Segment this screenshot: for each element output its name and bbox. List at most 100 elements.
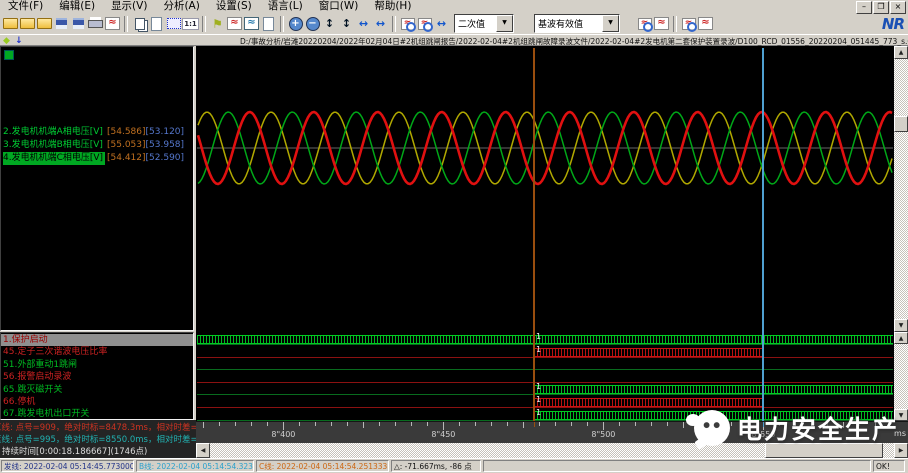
compress-vertical-icon[interactable]: ↕ bbox=[321, 15, 338, 33]
secondary-value-dropdown[interactable]: 二次值▼ bbox=[454, 14, 514, 33]
analog-channel-row[interactable]: 2.发电机机端A相电压[V][54.586][53.120] bbox=[3, 126, 103, 139]
analog-channel-row[interactable]: 4.发电机机端C相电压[V][54.412][52.590] bbox=[3, 152, 105, 165]
nav-diamond-icon[interactable]: ◆ bbox=[3, 36, 10, 46]
menu-item-2[interactable]: 显示(V) bbox=[103, 0, 155, 13]
toolbar-separator bbox=[392, 16, 396, 32]
app-window: 文件(F)编辑(E)显示(V)分析(A)设置(S)语言(L)窗口(W)帮助(H)… bbox=[0, 0, 908, 473]
chevron-down-icon[interactable]: ▼ bbox=[496, 15, 513, 32]
red-cursor-value: [54.586] bbox=[107, 127, 146, 137]
axis-tick-label: 8"500 bbox=[583, 430, 623, 439]
compress-horizontal-icon[interactable]: ↔ bbox=[355, 15, 372, 33]
digital-high-bar bbox=[534, 398, 763, 407]
digital-baseline bbox=[197, 407, 893, 408]
axis-tick bbox=[427, 422, 428, 426]
menu-item-6[interactable]: 窗口(W) bbox=[311, 0, 367, 13]
rms-mode-dropdown[interactable]: 基波有效值▼ bbox=[534, 14, 620, 33]
status-field-1: B线: 2022-02-04 05:14:54.323000 bbox=[136, 460, 254, 472]
analog-waveform-panel[interactable] bbox=[196, 46, 908, 332]
menu-item-1[interactable]: 编辑(E) bbox=[51, 0, 103, 13]
open-cfg-icon[interactable] bbox=[2, 15, 19, 33]
scroll-up-button[interactable]: ▲ bbox=[894, 46, 908, 59]
digital-channel-row[interactable]: 67.跳发电机出口开关 bbox=[1, 408, 194, 420]
wave-tool-3-icon[interactable] bbox=[680, 15, 697, 33]
digital-channel-row[interactable]: 66.停机 bbox=[1, 396, 194, 408]
red-cursor-info: 红线: 点号=909，绝对时标=8478.3ms，相对时差=8538.3ms bbox=[0, 421, 196, 433]
toolbar: ↕↕↔↔↔二次值▼基波有效值▼ bbox=[0, 13, 908, 34]
scroll-left-button[interactable]: ◀ bbox=[196, 443, 210, 458]
axis-tick bbox=[251, 422, 252, 426]
pan-horizontal-icon[interactable]: ↔ bbox=[433, 15, 450, 33]
digital-vertical-scrollbar[interactable]: ▲ ▼ bbox=[894, 332, 908, 421]
expand-vertical-icon[interactable]: ↕ bbox=[338, 15, 355, 33]
waveform-canvas bbox=[196, 46, 894, 332]
waveform-view-icon[interactable] bbox=[226, 15, 243, 33]
menu-item-7[interactable]: 帮助(H) bbox=[366, 0, 419, 13]
digital-high-bar bbox=[534, 348, 763, 357]
zoom-wave-in-icon[interactable] bbox=[399, 15, 416, 33]
toolbar-separator bbox=[280, 16, 284, 32]
analog-scroll-thumb[interactable] bbox=[894, 116, 908, 132]
axis-tick-label: 8"450 bbox=[423, 430, 463, 439]
save-icon[interactable] bbox=[53, 15, 70, 33]
menu-item-4[interactable]: 设置(S) bbox=[208, 0, 260, 13]
axis-tick bbox=[459, 422, 460, 426]
report-page-icon[interactable] bbox=[260, 15, 277, 33]
print-preview-icon[interactable] bbox=[148, 15, 165, 33]
waveform-grid-icon[interactable] bbox=[243, 15, 260, 33]
rms-mode-dropdown-value: 基波有效值 bbox=[535, 17, 602, 30]
cursor-info-panel: 红线: 点号=909，绝对时标=8478.3ms，相对时差=8538.3ms 蓝… bbox=[0, 420, 196, 458]
copy-icon[interactable] bbox=[131, 15, 148, 33]
wave-tool-4-icon[interactable] bbox=[697, 15, 714, 33]
status-field-4 bbox=[483, 460, 871, 472]
digital-trace-panel[interactable]: 11111 bbox=[196, 332, 908, 421]
axis-tick bbox=[603, 422, 604, 430]
menu-item-0[interactable]: 文件(F) bbox=[0, 0, 51, 13]
axis-tick bbox=[219, 422, 220, 426]
select-region-icon[interactable] bbox=[165, 15, 182, 33]
expand-horizontal-icon[interactable]: ↔ bbox=[372, 15, 389, 33]
chevron-down-icon[interactable]: ▼ bbox=[602, 15, 619, 32]
save-report-icon[interactable] bbox=[70, 15, 87, 33]
red-cursor-value: [55.053] bbox=[107, 140, 146, 150]
digital-channel-row[interactable]: 1.保护启动 bbox=[1, 334, 194, 346]
zoom-wave-out-icon[interactable] bbox=[416, 15, 433, 33]
blue-cursor-info: 蓝线: 点号=995，绝对时标=8550.0ms，相对时差=8610.0ms bbox=[0, 433, 196, 445]
menu-item-5[interactable]: 语言(L) bbox=[260, 0, 311, 13]
nr-logo: NR bbox=[882, 15, 904, 33]
zoom-in-icon[interactable] bbox=[287, 15, 304, 33]
print-icon[interactable] bbox=[87, 15, 104, 33]
analog-vertical-scrollbar[interactable]: ▲ ▼ bbox=[894, 46, 908, 332]
wechat-icon bbox=[694, 410, 730, 446]
waveform-file-icon[interactable] bbox=[104, 15, 121, 33]
digital-channel-row[interactable]: 56.报警启动录波 bbox=[1, 371, 194, 383]
menu-item-3[interactable]: 分析(A) bbox=[155, 0, 207, 13]
axis-tick bbox=[491, 422, 492, 426]
analog-channel-label: 3.发电机机端B相电压[V] bbox=[3, 140, 103, 150]
channel-group-icon[interactable] bbox=[4, 50, 14, 60]
wave-tool-2-icon[interactable] bbox=[653, 15, 670, 33]
digital-channel-row[interactable]: 65.跳灭磁开关 bbox=[1, 384, 194, 396]
marker-flag-icon[interactable] bbox=[209, 15, 226, 33]
digital-channel-row[interactable]: 51.外部重动1跳闸 bbox=[1, 359, 194, 371]
digital-channel-list: 1.保护启动45.定子三次谐波电压比率51.外部重动1跳闸56.报警启动录波65… bbox=[0, 332, 194, 420]
axis-tick bbox=[347, 422, 348, 426]
analog-channel-label: 4.发电机机端C相电压[V] bbox=[3, 152, 105, 165]
digital-channel-row[interactable]: 45.定子三次谐波电压比率 bbox=[1, 346, 194, 358]
open-folder-icon[interactable] bbox=[19, 15, 36, 33]
analog-channel-row[interactable]: 3.发电机机端B相电压[V][55.053][53.958] bbox=[3, 139, 103, 152]
menu-bar: 文件(F)编辑(E)显示(V)分析(A)设置(S)语言(L)窗口(W)帮助(H)… bbox=[0, 0, 908, 13]
zoom-out-icon[interactable] bbox=[304, 15, 321, 33]
status-bar: 发线: 2022-02-04 05:14:45.773000B线: 2022-0… bbox=[0, 458, 908, 473]
nav-down-arrow-icon[interactable]: ↓ bbox=[15, 36, 23, 46]
blue-cursor[interactable] bbox=[762, 48, 764, 421]
one-to-one-icon[interactable] bbox=[182, 15, 199, 33]
scroll-up-button[interactable]: ▲ bbox=[894, 332, 908, 344]
wave-tool-1-icon[interactable] bbox=[636, 15, 653, 33]
axis-tick-label: 8"400 bbox=[263, 430, 303, 439]
digital-baseline bbox=[197, 382, 893, 383]
red-cursor[interactable] bbox=[533, 48, 535, 421]
open-history-icon[interactable] bbox=[36, 15, 53, 33]
axis-tick bbox=[475, 422, 476, 426]
scroll-down-button[interactable]: ▼ bbox=[894, 319, 908, 332]
digital-baseline bbox=[197, 394, 893, 395]
